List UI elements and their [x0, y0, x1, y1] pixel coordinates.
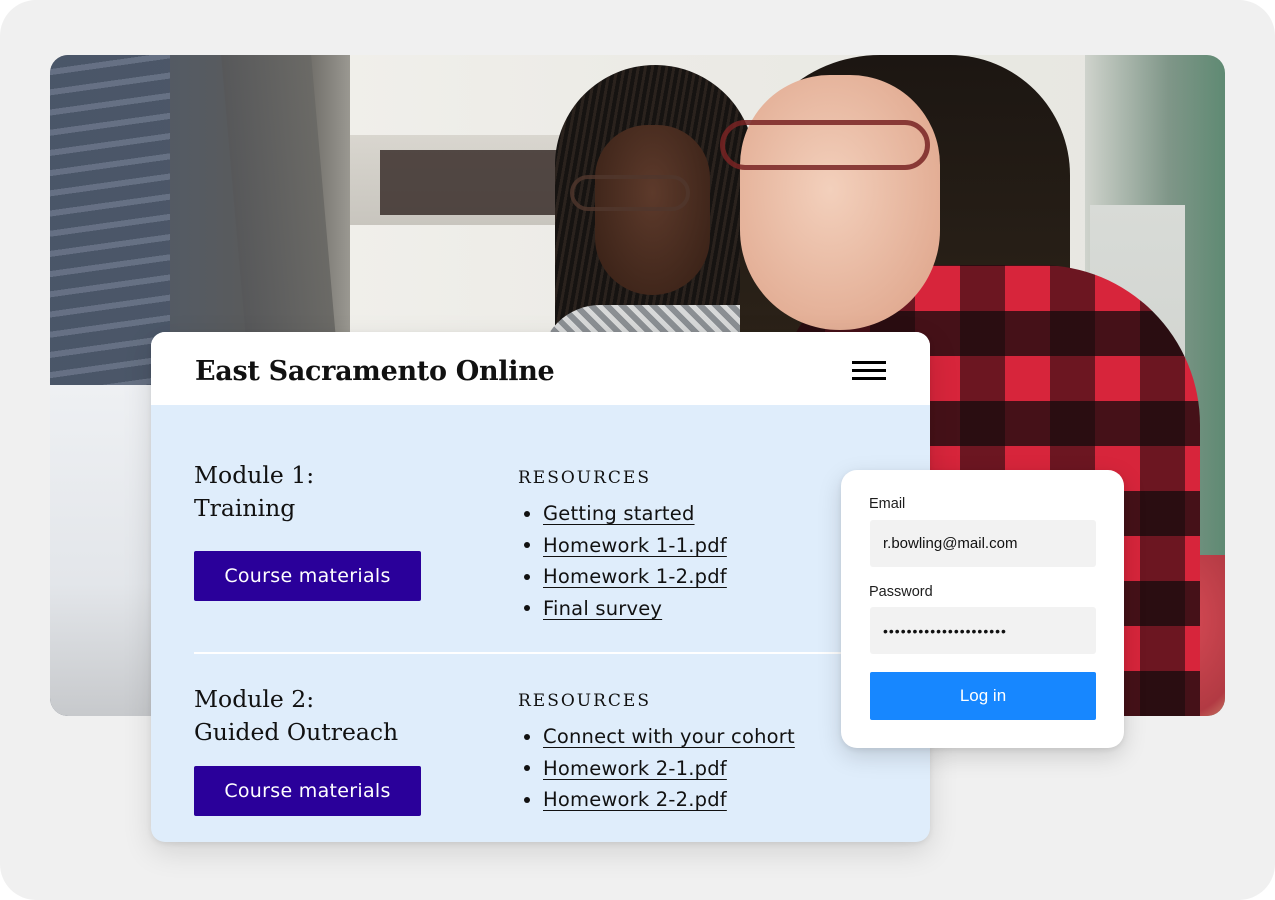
- resources-list: Connect with your cohort Homework 2-1.pd…: [517, 721, 795, 816]
- menu-line: [852, 369, 886, 372]
- photo-person-2-face: [740, 75, 940, 330]
- list-item: Final survey: [517, 593, 727, 625]
- resources-heading: Resources: [518, 468, 651, 488]
- course-card: East Sacramento Online Module 1: Trainin…: [151, 332, 930, 842]
- resources-list: Getting started Homework 1-1.pdf Homewor…: [517, 498, 727, 624]
- password-label: Password: [869, 584, 933, 600]
- list-item: Homework 1-2.pdf: [517, 561, 727, 593]
- resource-link[interactable]: Final survey: [543, 597, 662, 620]
- bullet-icon: [524, 765, 530, 772]
- hamburger-menu-icon[interactable]: [852, 359, 888, 383]
- photo-desk: [50, 385, 160, 716]
- resource-link[interactable]: Connect with your cohort: [543, 725, 795, 748]
- module-2: Module 2: Guided Outreach Course materia…: [151, 653, 930, 842]
- bullet-icon: [524, 510, 530, 517]
- bullet-icon: [524, 733, 530, 740]
- page-background: East Sacramento Online Module 1: Trainin…: [0, 0, 1275, 900]
- list-item: Homework 1-1.pdf: [517, 530, 727, 562]
- list-item: Connect with your cohort: [517, 721, 795, 753]
- login-card: Email Password Log in: [841, 470, 1124, 748]
- resource-link[interactable]: Getting started: [543, 502, 695, 525]
- bullet-icon: [524, 573, 530, 580]
- email-label: Email: [869, 496, 906, 512]
- resources-section: Resources Getting started Homework 1-1.p…: [517, 468, 727, 624]
- photo-person-2-glasses: [720, 120, 930, 170]
- card-header: East Sacramento Online: [151, 332, 930, 405]
- photo-dark-panel: [380, 150, 560, 215]
- module-title: Module 2: Guided Outreach: [194, 685, 399, 746]
- login-button[interactable]: Log in: [870, 672, 1096, 720]
- email-field[interactable]: [870, 520, 1096, 567]
- resource-link[interactable]: Homework 1-2.pdf: [543, 565, 727, 588]
- bullet-icon: [524, 542, 530, 549]
- course-materials-button[interactable]: Course materials: [194, 766, 421, 816]
- menu-line: [852, 361, 886, 364]
- bullet-icon: [524, 605, 530, 612]
- list-item: Homework 2-2.pdf: [517, 784, 795, 816]
- resource-link[interactable]: Homework 1-1.pdf: [543, 534, 727, 557]
- list-item: Getting started: [517, 498, 727, 530]
- resource-link[interactable]: Homework 2-2.pdf: [543, 788, 727, 811]
- resources-heading: Resources: [518, 691, 651, 711]
- site-title: East Sacramento Online: [195, 356, 555, 387]
- module-title: Module 1: Training: [194, 461, 315, 522]
- photo-person-1-glasses: [570, 175, 690, 211]
- resource-link[interactable]: Homework 2-1.pdf: [543, 757, 727, 780]
- resources-section: Resources Connect with your cohort Homew…: [517, 691, 795, 816]
- course-materials-button[interactable]: Course materials: [194, 551, 421, 601]
- module-1: Module 1: Training Course materials Reso…: [151, 405, 930, 653]
- list-item: Homework 2-1.pdf: [517, 753, 795, 785]
- password-field[interactable]: [870, 607, 1096, 654]
- bullet-icon: [524, 796, 530, 803]
- menu-line: [852, 377, 886, 380]
